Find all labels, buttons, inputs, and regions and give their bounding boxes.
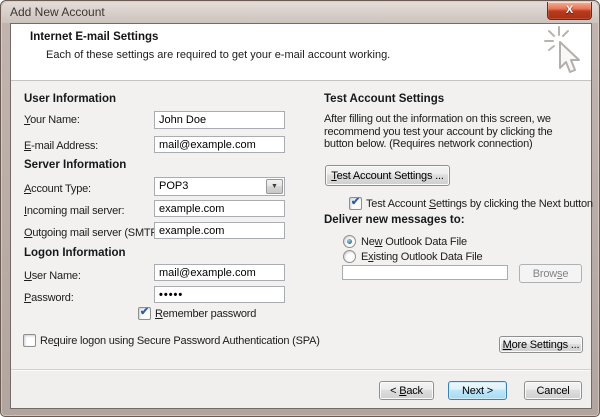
existing-data-file-label[interactable]: Existing Outlook Data File xyxy=(361,251,482,263)
add-new-account-dialog: Add New Account X Internet E-mail Settin… xyxy=(0,0,600,417)
user-name-input[interactable] xyxy=(154,264,285,281)
password-label: Password: xyxy=(24,292,74,304)
email-address-label: E-mail Address: xyxy=(24,140,98,152)
password-input[interactable] xyxy=(154,286,285,303)
close-icon: X xyxy=(566,4,573,16)
back-button[interactable]: < Back xyxy=(379,381,434,400)
check-icon: ✔ xyxy=(351,196,360,208)
page-title: Internet E-mail Settings xyxy=(30,31,158,43)
logon-information-heading: Logon Information xyxy=(24,247,126,259)
test-on-next-checkbox[interactable]: ✔ xyxy=(349,197,362,210)
email-address-input[interactable] xyxy=(154,136,285,153)
test-account-settings-button[interactable]: Test Account Settings ... xyxy=(325,165,450,186)
more-settings-button[interactable]: More Settings ... xyxy=(499,336,583,353)
page-subtitle: Each of these settings are required to g… xyxy=(46,49,390,61)
spa-label[interactable]: Require logon using Secure Password Auth… xyxy=(40,335,320,347)
remember-password-label[interactable]: Remember password xyxy=(155,308,256,320)
new-data-file-radio[interactable] xyxy=(343,235,356,248)
account-type-select[interactable]: POP3 ▼ xyxy=(154,177,285,196)
user-name-label: User Name: xyxy=(24,270,81,282)
next-button[interactable]: Next > xyxy=(448,381,507,400)
incoming-server-input[interactable] xyxy=(154,200,285,217)
test-account-settings-description: After filling out the information on thi… xyxy=(324,113,576,151)
browse-button[interactable]: Browse xyxy=(519,264,582,283)
existing-data-file-radio[interactable] xyxy=(343,250,356,263)
account-type-label: Account Type: xyxy=(24,183,91,195)
check-icon: ✔ xyxy=(140,306,149,318)
title-bar[interactable]: Add New Account xyxy=(2,2,598,23)
dialog-header: Internet E-mail Settings Each of these s… xyxy=(11,24,591,81)
outgoing-server-input[interactable] xyxy=(154,222,285,239)
your-name-input[interactable] xyxy=(154,111,285,129)
cancel-button[interactable]: Cancel xyxy=(524,381,582,400)
incoming-server-label: Incoming mail server: xyxy=(24,205,124,217)
close-button[interactable]: X xyxy=(547,2,592,20)
deliver-messages-heading: Deliver new messages to: xyxy=(324,214,465,226)
spa-checkbox[interactable] xyxy=(23,334,36,347)
user-information-heading: User Information xyxy=(24,93,116,105)
window-title: Add New Account xyxy=(10,5,105,19)
outgoing-server-label: Outgoing mail server (SMTP): xyxy=(24,227,164,239)
test-account-settings-heading: Test Account Settings xyxy=(324,93,444,105)
server-information-heading: Server Information xyxy=(24,159,126,171)
chevron-down-icon[interactable]: ▼ xyxy=(266,179,283,194)
new-data-file-label[interactable]: New Outlook Data File xyxy=(361,236,467,248)
account-type-value: POP3 xyxy=(159,180,188,192)
your-name-label: Your Name: xyxy=(24,114,80,126)
data-file-path-input[interactable] xyxy=(342,265,508,280)
remember-password-checkbox[interactable]: ✔ xyxy=(138,307,151,320)
dialog-client-area: Internet E-mail Settings Each of these s… xyxy=(10,23,592,409)
click-cursor-icon xyxy=(544,26,590,82)
test-on-next-label[interactable]: Test Account Settings by clicking the Ne… xyxy=(366,198,593,210)
